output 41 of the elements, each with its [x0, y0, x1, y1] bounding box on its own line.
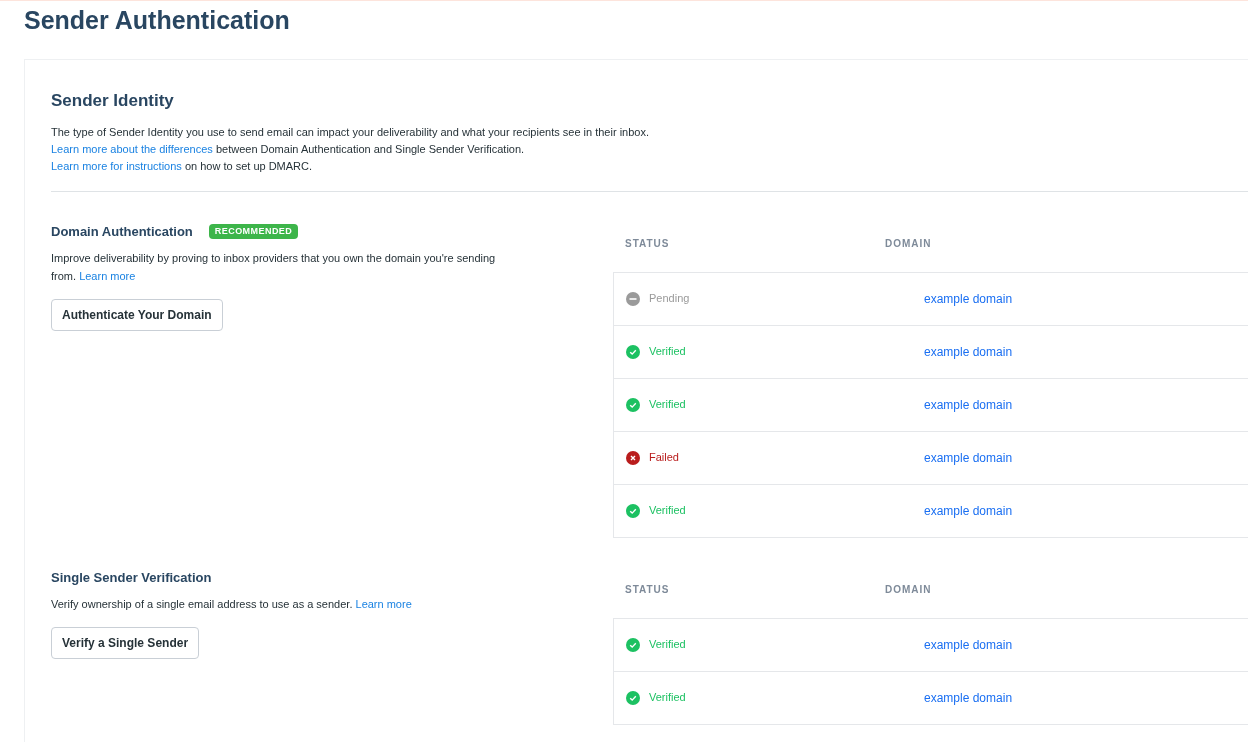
domain-link[interactable]: example domain: [924, 635, 1013, 654]
description-text: The type of Sender Identity you use to send email can impact your deliverability and what your recipients see in their inbox.: [51, 124, 650, 140]
learn-more-link[interactable]: Learn more: [355, 598, 412, 610]
section-heading: Sender Identity: [51, 90, 175, 112]
check-circle-icon: [626, 344, 640, 359]
domain-link[interactable]: example domain: [924, 448, 1013, 467]
check-circle-icon: [626, 503, 640, 518]
domain-link[interactable]: example domain: [924, 688, 1013, 707]
check-circle-icon: [626, 690, 640, 705]
status-text: Verified: [649, 397, 686, 413]
description-text: Learn more for instructions on how to set up DMARC.: [51, 158, 314, 174]
domain-link[interactable]: example domain: [924, 289, 1013, 308]
section-title: Domain Authentication: [51, 222, 193, 241]
page-title: Sender Authentication: [24, 5, 291, 36]
status-text: Pending: [649, 291, 690, 307]
status-text: Verified: [649, 503, 686, 519]
learn-more-link[interactable]: Learn more for instructions: [51, 159, 182, 172]
section-description: Verify ownership of a single email address to use as a sender. Learn more: [51, 597, 413, 612]
domain-link[interactable]: example domain: [924, 395, 1013, 414]
column-header: STATUS: [625, 582, 671, 597]
section-action-button[interactable]: Authenticate Your Domain: [51, 299, 223, 331]
status-text: Failed: [649, 450, 679, 466]
section-action-button[interactable]: Verify a Single Sender: [51, 627, 200, 659]
section-description: Improve deliverability by proving to inbox providers that you own the domain you're sending from. Learn more: [51, 251, 497, 284]
x-circle-icon: [626, 450, 640, 465]
check-circle-icon: [626, 637, 640, 652]
status-text: Verified: [649, 690, 686, 706]
section-title: Single Sender Verification: [51, 568, 212, 587]
description-text: Learn more about the differences between Domain Authentication and Single Sender Verification.: [51, 141, 526, 157]
status-text: Verified: [649, 344, 686, 360]
check-circle-icon: [626, 397, 640, 412]
column-header: DOMAIN: [885, 236, 932, 251]
learn-more-link[interactable]: Learn more about the differences: [51, 142, 213, 155]
column-header: STATUS: [625, 236, 671, 251]
minus-circle-icon: [626, 291, 640, 306]
column-header: DOMAIN: [885, 582, 932, 597]
domain-link[interactable]: example domain: [924, 501, 1013, 520]
learn-more-link[interactable]: Learn more: [79, 270, 136, 282]
recommended-badge: RECOMMENDED: [208, 223, 299, 239]
status-text: Verified: [649, 637, 686, 653]
domain-link[interactable]: example domain: [924, 342, 1013, 361]
